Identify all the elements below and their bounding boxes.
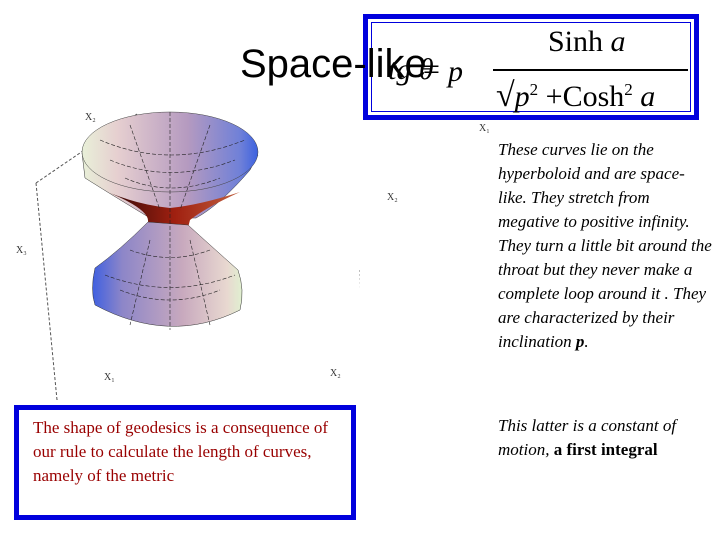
sqrt-icon: √ (496, 77, 515, 114)
equation-coefficient: p (448, 55, 463, 88)
axis-label-x1-right: X₁ (479, 123, 490, 134)
first-integral-note: This latter is a constant of motion, a f… (498, 416, 677, 459)
slide-title: Space-like (240, 42, 427, 86)
axis-label-x2-right: X₂ (387, 192, 398, 203)
description-text: These curves lie on the hyperboloid and … (498, 140, 712, 351)
axis-label-x2-top: X₂ (85, 112, 96, 123)
axis-label-x2-bottom: X₂ (330, 368, 341, 379)
axis-label-x3-left: X₃ (16, 245, 27, 256)
geodesics-note-box: The shape of geodesics is a consequence … (14, 405, 356, 520)
equation-numerator: Sinh a (548, 25, 626, 58)
hyperboloid-lower (92, 221, 243, 327)
equation-denominator: √p2 +Cosh2 a (496, 77, 656, 114)
hyperboloid-plot (35, 111, 360, 400)
geodesics-note-text: The shape of geodesics is a consequence … (33, 418, 329, 485)
fraction-bar (493, 69, 688, 71)
axis-label-x1-bottom: X₁ (104, 372, 115, 383)
